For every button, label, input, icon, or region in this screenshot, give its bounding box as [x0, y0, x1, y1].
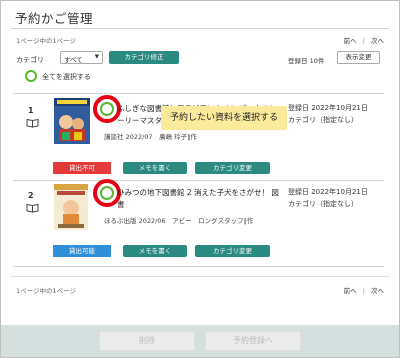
write-memo-button[interactable]: メモを書く	[123, 162, 187, 174]
select-all-label: 全てを選択する	[42, 73, 91, 81]
item-number: 1	[28, 106, 34, 115]
book-title[interactable]: ひみつの地下図書館 2 消えた子犬をさがせ！ 図書	[117, 187, 282, 211]
category-fix-button[interactable]: カテゴリ修正	[109, 51, 179, 64]
change-category-button[interactable]: カテゴリ変更	[195, 245, 270, 257]
book-cover-image[interactable]	[54, 98, 90, 144]
book-icon	[26, 203, 39, 213]
delete-button[interactable]: 削除	[99, 331, 195, 351]
registration-date: 登録日 2022年10月21日	[288, 104, 368, 112]
title-divider	[11, 28, 389, 29]
category-select-value: すべて	[64, 56, 83, 64]
registered-count: 登録日 10件	[288, 57, 325, 65]
reserve-button[interactable]: 予約登録へ	[205, 331, 301, 351]
item-category: カテゴリ（指定なし）	[288, 116, 358, 124]
item-number: 2	[28, 191, 34, 200]
pager-prev-bottom[interactable]: 前へ	[344, 287, 357, 295]
select-all-checkbox[interactable]	[25, 70, 37, 82]
pager-next-bottom[interactable]: 次へ	[371, 287, 384, 295]
pager-bottom: 前へ | 次へ	[338, 285, 384, 295]
display-change-button[interactable]: 表示変更	[337, 51, 380, 64]
book-meta: ほるぷ出版 2022/06 アビー ロングスタッフ∥作	[104, 217, 254, 225]
chevron-down-icon: ▼	[94, 54, 99, 60]
book-icon	[26, 118, 39, 128]
pager-info-bottom: 1ページ中の1ページ	[16, 287, 77, 295]
pager-prev-top[interactable]: 前へ	[344, 37, 357, 45]
book-cover-image[interactable]	[54, 184, 88, 230]
category-select[interactable]: すべて ▼	[60, 51, 103, 64]
pager-separator: |	[362, 37, 365, 45]
write-memo-button[interactable]: メモを書く	[123, 245, 187, 257]
pager-next-top[interactable]: 次へ	[371, 37, 384, 45]
main-panel: 予約かご管理 1ページ中の1ページ 前へ | 次へ カテゴリ すべて ▼ カテゴ…	[1, 1, 399, 325]
status-badge: 貸出可能	[53, 245, 111, 257]
status-badge: 貸出不可	[53, 162, 111, 174]
item-select-checkbox[interactable]	[100, 186, 114, 200]
book-meta: 講談社 2022/07 廣嶋 玲子∥作	[104, 133, 197, 141]
change-category-button[interactable]: カテゴリ変更	[195, 162, 270, 174]
footer-action-bar: 削除 予約登録へ	[1, 325, 399, 357]
pager-top: 前へ | 次へ	[338, 35, 384, 45]
item-category: カテゴリ（指定なし）	[288, 200, 358, 208]
registration-date: 登録日 2022年10月21日	[288, 188, 368, 196]
list-item: 2 ひみつの地下図書館 2 消えた子犬をさがせ！ 図書 ほるぷ出版 2022/0…	[13, 179, 384, 266]
page-title: 予約かご管理	[15, 11, 94, 26]
item-select-checkbox[interactable]	[100, 102, 114, 116]
footer-divider	[11, 276, 389, 277]
instruction-tooltip: 予約したい資料を選択する	[161, 106, 287, 130]
pager-info-top: 1ページ中の1ページ	[16, 37, 77, 45]
pager-separator: |	[362, 287, 365, 295]
category-label: カテゴリ	[16, 56, 44, 64]
